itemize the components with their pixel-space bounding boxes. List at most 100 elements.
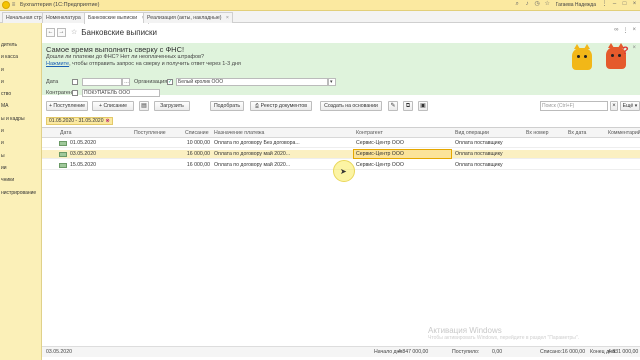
settings-icon[interactable]: ⋮ bbox=[601, 1, 608, 8]
tab-sales[interactable]: Реализация (акты, накладные) × bbox=[143, 12, 233, 23]
app-logo-icon[interactable] bbox=[2, 1, 10, 9]
search-input[interactable]: Поиск (Ctrl+F) bbox=[540, 101, 608, 111]
column-header[interactable]: Вид операции bbox=[455, 128, 489, 138]
active-cell[interactable]: Сервис-Центр ООО bbox=[353, 149, 452, 159]
banner-link[interactable]: Нажмите bbox=[46, 61, 69, 67]
toolbar: + Поступление + Списание ▤ Загрузить Под… bbox=[42, 101, 640, 112]
add-income-button[interactable]: + Поступление bbox=[46, 101, 88, 111]
bell-icon[interactable]: ♪ bbox=[524, 1, 531, 8]
contractor-field[interactable]: ПОКУПАТЕЛЬ ООО bbox=[82, 89, 160, 97]
currency-icon[interactable]: ▣ bbox=[418, 101, 428, 111]
edit-icon[interactable]: ✎ bbox=[388, 101, 398, 111]
organization-checkbox[interactable]: ✓ bbox=[167, 79, 173, 85]
date-field[interactable] bbox=[82, 78, 122, 86]
search-icon[interactable]: ⌕ bbox=[514, 1, 521, 8]
more-icon[interactable]: ⋮ bbox=[622, 27, 628, 34]
sidebar-item[interactable]: МА bbox=[0, 100, 41, 112]
back-button[interactable]: ← bbox=[46, 27, 55, 37]
registry-button[interactable]: ⎙ Реестр документов bbox=[250, 101, 312, 111]
fns-banner: Самое время выполнить сверку с ФНС! Дошл… bbox=[42, 43, 640, 95]
sidebar-item[interactable]: чники bbox=[0, 174, 41, 186]
organization-field[interactable]: Белый кролик ООО bbox=[176, 78, 328, 86]
status-footer: 03.05.2020 Начало дня: 4 847 000,00 Пост… bbox=[42, 346, 640, 357]
tabs-bar: Начальная страница Номенклатура × Банков… bbox=[0, 11, 640, 24]
document-icon bbox=[59, 141, 67, 146]
column-header[interactable]: Списание bbox=[185, 128, 209, 138]
close-icon[interactable]: × bbox=[632, 27, 636, 34]
forward-button[interactable]: → bbox=[57, 27, 66, 37]
column-header[interactable]: Дата bbox=[60, 128, 72, 138]
menu-icon[interactable]: ≡ bbox=[10, 2, 17, 9]
create-basis-button[interactable]: Создать на основании bbox=[320, 101, 382, 111]
column-header[interactable]: Комментарий bbox=[608, 128, 640, 138]
sidebar-item[interactable]: нистрирование bbox=[0, 187, 41, 199]
mouse-cursor-icon: ➤ bbox=[340, 167, 347, 176]
sidebar-item[interactable]: и bbox=[0, 137, 41, 149]
windows-activation-title: Активация Windows bbox=[428, 326, 502, 335]
windows-activation-text: Чтобы активировать Windows, перейдите в … bbox=[428, 335, 580, 341]
column-header[interactable]: Поступление bbox=[134, 128, 166, 138]
history-icon[interactable]: ◷ bbox=[534, 1, 541, 8]
main-panel: ← → ☆ Банковские выписки ∞ ⋮ × Самое вре… bbox=[42, 23, 640, 360]
document-icon bbox=[59, 152, 67, 157]
table-row-selected[interactable]: 03.05.2020 16 000,00 Оплата по договору … bbox=[42, 149, 640, 159]
upload-button[interactable]: Загрузить bbox=[154, 101, 190, 111]
match-button[interactable]: Подобрать bbox=[210, 101, 244, 111]
sidebar-item[interactable]: ы bbox=[0, 150, 41, 162]
sidebar-item[interactable]: дитель bbox=[0, 39, 41, 51]
page-title: Банковские выписки bbox=[81, 27, 158, 37]
sidebar-item[interactable]: ы и кадры bbox=[0, 113, 41, 125]
app-title: Бухгалтерия (1С:Предприятие) bbox=[20, 2, 100, 8]
expense-value: 16 000,00 bbox=[562, 349, 586, 355]
column-header[interactable]: Вх номер bbox=[526, 128, 549, 138]
yellow-cat-icon bbox=[572, 44, 592, 70]
sidebar: дитель и касса и и ство МА ы и кадры и и… bbox=[0, 23, 42, 360]
period-filter[interactable]: 01.05.2020 - 31.05.2020 ⊗ bbox=[46, 117, 113, 125]
close-icon[interactable]: × bbox=[631, 1, 638, 8]
minimize-icon[interactable]: – bbox=[611, 1, 618, 8]
user-name[interactable]: Гагаева Надежда bbox=[556, 2, 596, 8]
sidebar-item[interactable]: и bbox=[0, 76, 41, 88]
contractor-checkbox[interactable] bbox=[72, 90, 78, 96]
table-header bbox=[42, 128, 640, 138]
column-header[interactable]: Контрагент bbox=[356, 128, 383, 138]
document-icon bbox=[59, 163, 67, 168]
footer-date: 03.05.2020 bbox=[46, 349, 72, 355]
title-bar: ≡ Бухгалтерия (1С:Предприятие) ⌕ ♪ ◷ ☆ Г… bbox=[0, 0, 640, 11]
column-header[interactable]: Вх дата bbox=[568, 128, 586, 138]
maximize-icon[interactable]: □ bbox=[621, 1, 628, 8]
sidebar-item[interactable]: и bbox=[0, 125, 41, 137]
income-value: 0,00 bbox=[492, 349, 503, 355]
banner-question: Дошли ли платежи до ФНС? Нет ли неоплаче… bbox=[46, 54, 205, 60]
question-mark-icon: ? bbox=[622, 45, 629, 57]
column-header[interactable]: Назначение платежа bbox=[214, 128, 264, 138]
organization-dropdown-icon[interactable]: ▾ bbox=[328, 78, 336, 86]
start-balance-value: 4 847 000,00 bbox=[398, 349, 429, 355]
table-row[interactable]: 01.05.2020 10 000,00 Оплата по договору … bbox=[42, 139, 640, 148]
banner-text: , чтобы отправить запрос на сверку и пол… bbox=[69, 61, 241, 67]
more-button[interactable]: Ещё ▾ bbox=[620, 101, 640, 111]
close-icon[interactable]: × bbox=[632, 45, 636, 51]
date-checkbox[interactable] bbox=[72, 79, 78, 85]
income-label: Поступило: bbox=[452, 349, 480, 355]
organization-label: Организация: bbox=[134, 79, 169, 85]
star-icon[interactable]: ☆ bbox=[544, 1, 551, 8]
printer-icon: ⎙ bbox=[255, 103, 260, 109]
sidebar-item[interactable]: ии bbox=[0, 162, 41, 174]
sidebar-item[interactable]: и bbox=[0, 64, 41, 76]
post-document-icon[interactable]: ▤ bbox=[139, 101, 149, 111]
sidebar-item[interactable]: и касса bbox=[0, 51, 41, 63]
copy-icon[interactable]: ⧉ bbox=[403, 101, 413, 111]
sidebar-item[interactable]: ство bbox=[0, 88, 41, 100]
link-icon[interactable]: ∞ bbox=[614, 27, 618, 34]
add-expense-button[interactable]: + Списание bbox=[92, 101, 134, 111]
date-label: Дата bbox=[46, 79, 59, 85]
clear-search-icon[interactable]: × bbox=[610, 101, 618, 111]
banner-title: Самое время выполнить сверку с ФНС! bbox=[46, 45, 185, 54]
end-balance-value: 4 831 000,00 bbox=[608, 349, 639, 355]
date-picker-button[interactable]: … bbox=[122, 78, 130, 86]
favorite-star-icon[interactable]: ☆ bbox=[71, 28, 77, 36]
clear-period-icon[interactable]: ⊗ bbox=[106, 118, 110, 124]
close-icon[interactable]: × bbox=[226, 15, 229, 21]
expense-label: Списано: bbox=[540, 349, 563, 355]
